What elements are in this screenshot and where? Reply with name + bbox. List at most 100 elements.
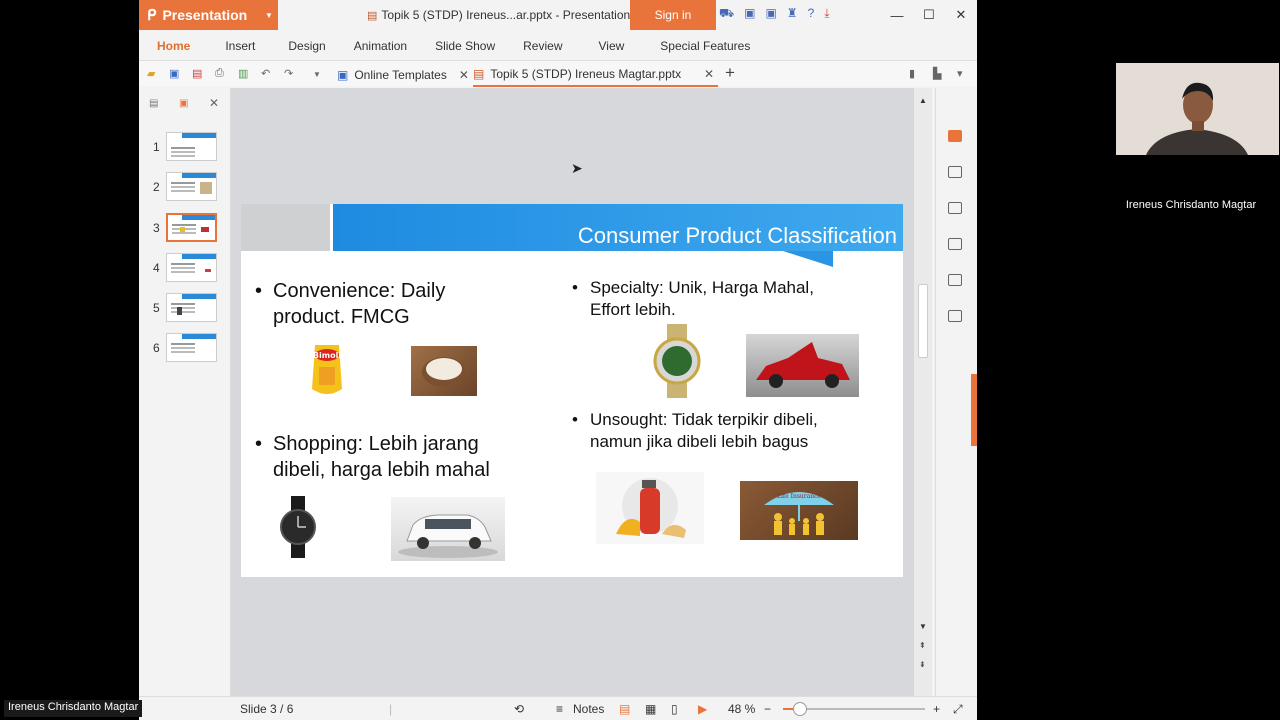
participant-video[interactable]	[1116, 63, 1279, 155]
scroll-thumb[interactable]	[918, 284, 928, 358]
zoom-out-icon[interactable]: −	[764, 702, 771, 716]
app-menu-button[interactable]: ᑭ Presentation ▼	[139, 0, 278, 30]
zoom-slider-knob[interactable]	[793, 702, 807, 716]
current-slide[interactable]: Consumer Product Classification • Conven…	[241, 204, 903, 577]
shirt-icon[interactable]: ♜	[787, 6, 798, 22]
menu-insert[interactable]: Insert	[225, 39, 255, 53]
bullet-shopping: • Shopping: Lebih jarang dibeli, harga l…	[255, 433, 490, 481]
tab-online-templates[interactable]: ▣ Online Templates ✕	[337, 63, 469, 87]
bullet-line: product. FMCG	[273, 306, 410, 328]
document-icon[interactable]	[948, 130, 962, 142]
notes-icon[interactable]: ≡	[556, 702, 563, 716]
thumbnail-image	[166, 172, 217, 201]
slide-thumbnail[interactable]: 1	[139, 132, 231, 164]
settings-dropdown-icon[interactable]: ▾	[957, 67, 963, 80]
redo-icon[interactable]: ↷	[284, 67, 293, 80]
app-name: Presentation	[162, 7, 248, 23]
scroll-down-icon[interactable]: ▼	[919, 622, 927, 631]
close-pane-icon[interactable]: ✕	[209, 96, 219, 110]
slide-number: 1	[153, 140, 160, 154]
vertical-scrollbar[interactable]: ▲ ▼ ⇞ ⇟	[914, 88, 932, 696]
new-tab-icon[interactable]: +	[725, 63, 735, 83]
templates-icon: ▣	[337, 68, 349, 82]
thumbnail-image	[166, 132, 217, 161]
thumbnail-image	[166, 253, 217, 282]
notes-button[interactable]: Notes	[573, 702, 604, 716]
animation-icon[interactable]	[948, 238, 962, 250]
header-notch	[783, 251, 833, 267]
print-preview-icon[interactable]: ▥	[238, 67, 248, 80]
slides-icon[interactable]	[948, 202, 962, 214]
customize-dropdown-icon[interactable]: ▼	[313, 70, 321, 79]
recent-history-icon[interactable]: ⟲	[514, 702, 524, 716]
slide-editing-canvas[interactable]: ➤ Consumer Product Classification • Conv…	[231, 88, 914, 696]
slide-thumbnail-pane: ▤ ▣ ✕ 1 2 3 4 5 6	[139, 88, 231, 696]
pptx-file-icon: ▤	[367, 9, 378, 22]
tab-document[interactable]: ▤ Topik 5 (STDP) Ireneus Magtar.pptx ✕	[473, 63, 718, 87]
thumbnail-pane-header: ▤ ▣ ✕	[139, 96, 231, 114]
slide-number: 2	[153, 180, 160, 194]
menu-design[interactable]: Design	[288, 39, 325, 53]
chevron-down-icon[interactable]: ▼	[263, 0, 275, 30]
slide-thumbnail[interactable]: 5	[139, 293, 231, 325]
zoom-slider[interactable]	[783, 702, 925, 716]
edit-icon[interactable]	[948, 310, 962, 322]
download-icon[interactable]: ⤓	[824, 6, 829, 22]
status-bar: Slide 3 / 6 | ⟲ ≡ Notes ▤ ▦ ▯ ▶ 48 % − +…	[139, 696, 977, 720]
document-title-text: Topik 5 (STDP) Ireneus...ar.pptx - Prese…	[381, 8, 631, 22]
fire-extinguisher-image	[596, 472, 704, 544]
slide-number: 4	[153, 261, 160, 275]
close-icon[interactable]: ✕	[945, 0, 977, 30]
maximize-icon[interactable]: ☐	[913, 0, 945, 30]
close-tab-icon[interactable]: ✕	[704, 67, 714, 81]
open-folder-icon[interactable]: ▰	[147, 67, 155, 80]
document-w-icon[interactable]: ▣	[765, 6, 776, 22]
minimize-icon[interactable]: —	[881, 0, 913, 30]
slideshow-icon[interactable]: ▶	[698, 702, 707, 716]
black-watch-image	[279, 496, 317, 558]
slide-view-icon[interactable]: ▣	[179, 98, 188, 109]
reading-view-icon[interactable]: ▯	[671, 702, 678, 716]
slide-thumbnail[interactable]: 2	[139, 172, 231, 204]
menu-review[interactable]: Review	[523, 39, 562, 53]
menu-home[interactable]: Home	[157, 39, 190, 53]
participant-name: Ireneus Chrisdanto Magtar	[1125, 199, 1257, 211]
menu-animation[interactable]: Animation	[354, 39, 407, 53]
fit-window-icon[interactable]: ⤢	[953, 702, 963, 717]
slide-sorter-icon[interactable]: ▦	[645, 702, 656, 716]
collapse-pane-tab[interactable]	[971, 374, 977, 446]
red-sports-car-image	[746, 334, 859, 397]
outline-view-icon[interactable]: ▤	[149, 98, 158, 109]
close-tab-icon[interactable]: ✕	[459, 68, 469, 82]
insurance-label: Life Insurance	[777, 493, 821, 500]
next-slide-icon[interactable]: ⇟	[919, 660, 926, 669]
previous-slide-icon[interactable]: ⇞	[919, 641, 926, 650]
document-d-icon[interactable]: ▣	[744, 6, 755, 22]
bullet-line: Effort lebih.	[590, 300, 676, 319]
save-icon[interactable]: ▣	[169, 67, 179, 80]
print-icon[interactable]: ⎙	[215, 67, 224, 80]
bullet-line: Convenience: Daily	[273, 280, 446, 302]
backup-icon[interactable]	[948, 274, 962, 286]
menu-special-features[interactable]: Special Features	[660, 39, 750, 53]
export-pdf-icon[interactable]: ▤	[192, 67, 202, 80]
slide-thumbnail[interactable]: 4	[139, 253, 231, 285]
thumbnail-image	[166, 213, 217, 242]
bullet-specialty: • Specialty: Unik, Harga Mahal, Effort l…	[572, 278, 814, 319]
shapes-icon[interactable]	[948, 166, 962, 178]
window-title: ▤ Topik 5 (STDP) Ireneus...ar.pptx - Pre…	[367, 8, 630, 22]
slide-thumbnail[interactable]: 6	[139, 333, 231, 365]
scroll-up-icon[interactable]: ▲	[919, 96, 927, 105]
undo-icon[interactable]: ↶	[261, 67, 270, 80]
zoom-in-icon[interactable]: +	[933, 702, 940, 716]
menu-view[interactable]: View	[599, 39, 625, 53]
sign-in-button[interactable]: Sign in	[630, 0, 716, 30]
menu-slide-show[interactable]: Slide Show	[435, 39, 495, 53]
layout-icon[interactable]: ▙	[933, 67, 941, 80]
sidebar-toggle-icon[interactable]: ▮	[909, 67, 915, 80]
zoom-level[interactable]: 48 %	[728, 702, 755, 716]
slide-thumbnail-selected[interactable]: 3	[139, 213, 231, 245]
cart-icon[interactable]: ⛟	[719, 6, 734, 22]
help-icon[interactable]: ?	[808, 6, 815, 22]
normal-view-icon[interactable]: ▤	[619, 702, 630, 716]
